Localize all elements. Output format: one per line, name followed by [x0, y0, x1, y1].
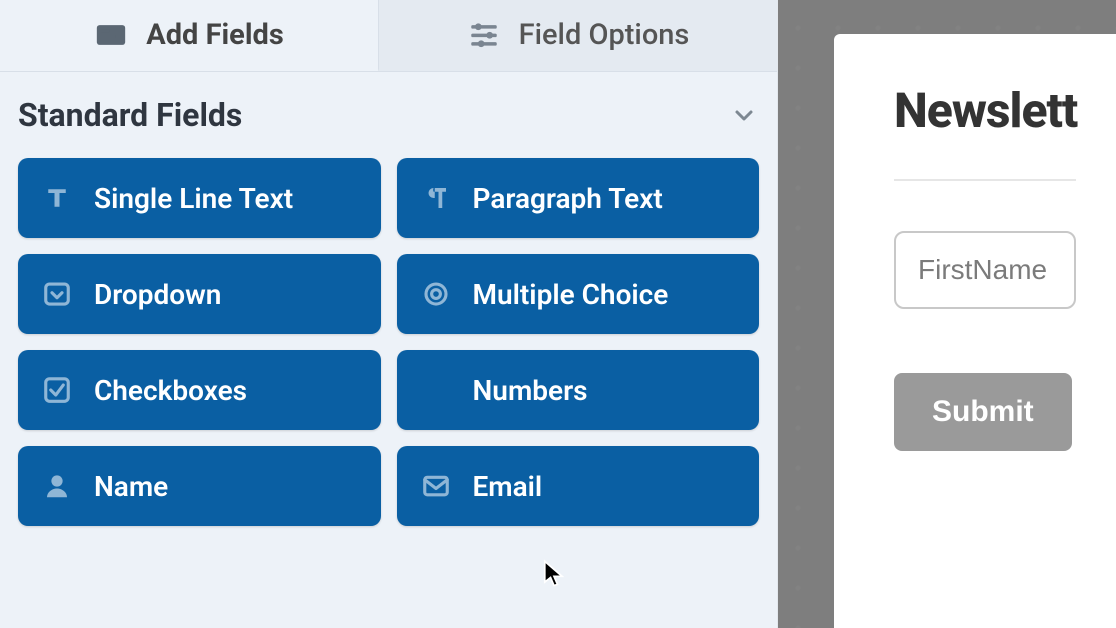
tab-field-options[interactable]: Field Options	[378, 0, 777, 71]
add-fields-icon	[94, 18, 128, 52]
field-label: Email	[473, 470, 543, 503]
paragraph-icon	[419, 181, 453, 215]
first-name-input[interactable]	[894, 231, 1076, 309]
text-input-icon	[40, 181, 74, 215]
fields-panel: Add Fields Field Options Standard Fi	[0, 0, 778, 628]
section-title: Standard Fields	[18, 96, 242, 134]
divider	[894, 179, 1076, 181]
field-paragraph-text[interactable]: Paragraph Text	[397, 158, 760, 238]
field-multiple-choice[interactable]: Multiple Choice	[397, 254, 760, 334]
field-label: Paragraph Text	[473, 182, 663, 215]
form-card: Newslett Submit	[834, 34, 1116, 628]
field-label: Dropdown	[94, 278, 221, 311]
field-single-line-text[interactable]: Single Line Text	[18, 158, 381, 238]
chevron-down-icon	[729, 100, 759, 130]
envelope-icon	[419, 469, 453, 503]
hash-icon	[419, 373, 453, 407]
dropdown-icon	[40, 277, 74, 311]
field-email[interactable]: Email	[397, 446, 760, 526]
panel-tabs: Add Fields Field Options	[0, 0, 777, 72]
field-label: Single Line Text	[94, 182, 293, 215]
radio-icon	[419, 277, 453, 311]
tab-add-fields-label: Add Fields	[146, 18, 284, 52]
field-label: Multiple Choice	[473, 278, 669, 311]
field-label: Name	[94, 470, 168, 503]
field-checkboxes[interactable]: Checkboxes	[18, 350, 381, 430]
form-preview-area: Newslett Submit	[778, 0, 1116, 628]
form-title: Newslett	[894, 82, 1076, 139]
checkbox-icon	[40, 373, 74, 407]
submit-button[interactable]: Submit	[894, 373, 1072, 451]
user-icon	[40, 469, 74, 503]
field-options-icon	[467, 18, 501, 52]
tab-field-options-label: Field Options	[519, 18, 690, 52]
fields-grid: Single Line Text Paragraph Text Dropdown…	[0, 144, 777, 544]
tab-add-fields[interactable]: Add Fields	[0, 0, 378, 71]
section-header-standard-fields[interactable]: Standard Fields	[0, 72, 777, 144]
field-name[interactable]: Name	[18, 446, 381, 526]
field-label: Numbers	[473, 374, 588, 407]
field-label: Checkboxes	[94, 374, 247, 407]
field-dropdown[interactable]: Dropdown	[18, 254, 381, 334]
field-numbers[interactable]: Numbers	[397, 350, 760, 430]
